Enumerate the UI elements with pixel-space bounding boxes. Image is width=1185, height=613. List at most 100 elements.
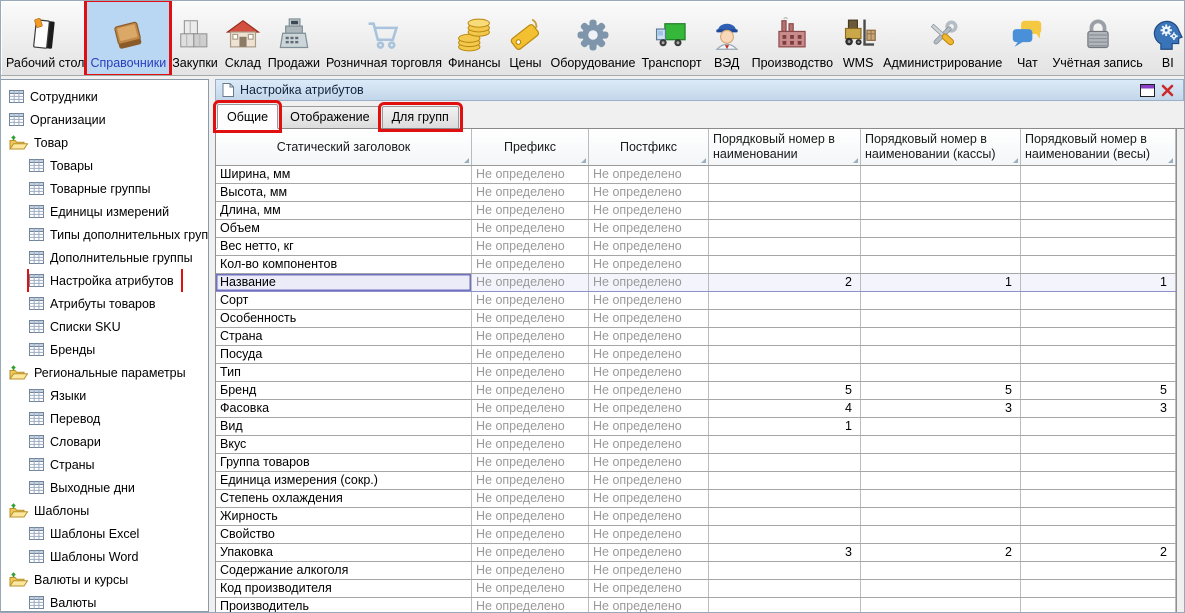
cell[interactable]: Не определено — [589, 274, 709, 291]
sidebar-item-8[interactable]: Дополнительные группы — [29, 246, 200, 269]
cell[interactable] — [709, 220, 861, 237]
toolbar-item-5[interactable]: Продажи — [265, 2, 323, 74]
cell[interactable] — [861, 292, 1021, 309]
sidebar-item-18[interactable]: Выходные дни — [29, 476, 142, 499]
table-row-25[interactable]: ПроизводительНе определеноНе определено — [216, 598, 1176, 612]
cell[interactable]: Не определено — [472, 364, 589, 381]
cell[interactable]: Не определено — [589, 166, 709, 183]
cell[interactable] — [861, 202, 1021, 219]
cell[interactable]: Вкус — [216, 436, 472, 453]
column-resize-handle[interactable] — [1013, 158, 1018, 163]
toolbar-item-6[interactable]: Розничная торговля — [323, 2, 445, 74]
table-row-14[interactable]: ФасовкаНе определеноНе определено433 — [216, 400, 1176, 418]
table-row-12[interactable]: ТипНе определеноНе определено — [216, 364, 1176, 382]
cell[interactable] — [1021, 580, 1176, 597]
table-row-9[interactable]: ОсобенностьНе определеноНе определено — [216, 310, 1176, 328]
cell[interactable]: 5 — [1021, 382, 1176, 399]
cell[interactable]: Не определено — [589, 526, 709, 543]
cell[interactable]: Вес нетто, кг — [216, 238, 472, 255]
cell[interactable]: Кол-во компонентов — [216, 256, 472, 273]
cell[interactable] — [709, 598, 861, 612]
cell[interactable] — [1021, 436, 1176, 453]
toolbar-item-12[interactable]: Производство — [749, 2, 837, 74]
cell[interactable]: Не определено — [589, 364, 709, 381]
table-row-13[interactable]: БрендНе определеноНе определено555 — [216, 382, 1176, 400]
toolbar-item-15[interactable]: Чат — [1005, 2, 1049, 74]
maximize-button[interactable] — [1137, 81, 1157, 99]
cell[interactable] — [709, 328, 861, 345]
cell[interactable]: 3 — [709, 544, 861, 561]
cell[interactable]: Не определено — [589, 238, 709, 255]
cell[interactable]: 5 — [861, 382, 1021, 399]
toolbar-item-8[interactable]: Цены — [503, 2, 547, 74]
cell[interactable] — [861, 364, 1021, 381]
tab-3[interactable]: Для групп — [382, 106, 459, 128]
cell[interactable] — [709, 292, 861, 309]
cell[interactable] — [861, 256, 1021, 273]
cell[interactable]: Страна — [216, 328, 472, 345]
cell[interactable]: Не определено — [589, 490, 709, 507]
sidebar-item-5[interactable]: Товарные группы — [29, 177, 157, 200]
cell[interactable]: Не определено — [472, 508, 589, 525]
tab-2[interactable]: Отображение — [280, 106, 379, 128]
cell[interactable]: Не определено — [589, 400, 709, 417]
cell[interactable] — [861, 220, 1021, 237]
cell[interactable]: Единица измерения (сокр.) — [216, 472, 472, 489]
cell[interactable] — [1021, 562, 1176, 579]
cell[interactable] — [709, 472, 861, 489]
sidebar-item-14[interactable]: Языки — [29, 384, 93, 407]
table-row-4[interactable]: ОбъемНе определеноНе определено — [216, 220, 1176, 238]
column-header-2[interactable]: Префикс — [472, 129, 589, 165]
cell[interactable]: Не определено — [472, 436, 589, 453]
cell[interactable]: Не определено — [472, 382, 589, 399]
cell[interactable] — [861, 454, 1021, 471]
sidebar-item-23[interactable]: Валюты — [29, 591, 103, 612]
cell[interactable]: Не определено — [589, 472, 709, 489]
cell[interactable] — [1021, 526, 1176, 543]
table-row-2[interactable]: Высота, ммНе определеноНе определено — [216, 184, 1176, 202]
table-row-11[interactable]: ПосудаНе определеноНе определено — [216, 346, 1176, 364]
column-header-6[interactable]: Порядковый номер в наименовании (весы) — [1021, 129, 1176, 165]
cell[interactable]: Не определено — [589, 346, 709, 363]
cell[interactable]: Не определено — [589, 436, 709, 453]
cell[interactable] — [709, 526, 861, 543]
cell[interactable] — [709, 256, 861, 273]
cell[interactable] — [709, 508, 861, 525]
cell[interactable]: 1 — [709, 418, 861, 435]
close-button[interactable] — [1157, 81, 1177, 99]
cell[interactable] — [709, 436, 861, 453]
toolbar-item-7[interactable]: Финансы — [445, 2, 503, 74]
cell[interactable] — [1021, 328, 1176, 345]
cell[interactable]: Содержание алкоголя — [216, 562, 472, 579]
cell[interactable]: Группа товаров — [216, 454, 472, 471]
table-row-15[interactable]: ВидНе определеноНе определено1 — [216, 418, 1176, 436]
sidebar-item-22[interactable]: Валюты и курсы — [9, 568, 135, 591]
cell[interactable]: 2 — [861, 544, 1021, 561]
cell[interactable] — [1021, 256, 1176, 273]
cell[interactable]: Не определено — [589, 328, 709, 345]
sidebar-item-12[interactable]: Бренды — [29, 338, 102, 361]
table-row-23[interactable]: Содержание алкоголяНе определеноНе опред… — [216, 562, 1176, 580]
cell[interactable]: Посуда — [216, 346, 472, 363]
cell[interactable]: Не определено — [472, 292, 589, 309]
cell[interactable] — [861, 598, 1021, 612]
cell[interactable]: Не определено — [472, 418, 589, 435]
cell[interactable]: Не определено — [472, 526, 589, 543]
cell[interactable]: Ширина, мм — [216, 166, 472, 183]
cell[interactable] — [709, 364, 861, 381]
cell[interactable] — [1021, 508, 1176, 525]
cell[interactable]: Не определено — [472, 598, 589, 612]
cell[interactable] — [1021, 220, 1176, 237]
toolbar-item-9[interactable]: Оборудование — [547, 2, 638, 74]
cell[interactable] — [861, 508, 1021, 525]
cell[interactable]: Не определено — [589, 562, 709, 579]
cell[interactable] — [1021, 472, 1176, 489]
cell[interactable] — [1021, 364, 1176, 381]
cell[interactable]: Не определено — [472, 310, 589, 327]
sidebar-item-4[interactable]: Товары — [29, 154, 100, 177]
cell[interactable] — [1021, 598, 1176, 612]
table-row-1[interactable]: Ширина, ммНе определеноНе определено — [216, 166, 1176, 184]
cell[interactable]: Не определено — [472, 166, 589, 183]
table-row-8[interactable]: СортНе определеноНе определено — [216, 292, 1176, 310]
sidebar-item-13[interactable]: Региональные параметры — [9, 361, 193, 384]
